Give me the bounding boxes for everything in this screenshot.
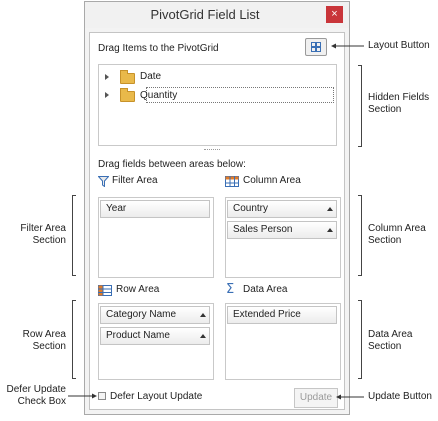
defer-update-annotation-line2: Check Box <box>17 396 66 407</box>
layout-button-annotation: Layout Button <box>368 40 430 51</box>
filter-area-bracket <box>72 195 76 276</box>
arrowhead-icon <box>92 393 97 399</box>
hidden-fields-annotation-line1: Hidden Fields <box>368 92 430 103</box>
hidden-fields-bracket <box>358 65 362 147</box>
column-area-annotation-line1: Column Area <box>368 223 426 234</box>
data-area-annotation-line1: Data Area <box>368 329 413 340</box>
filter-area-annotation-line1: Filter Area <box>20 223 66 234</box>
data-area-annotation-line2: Section <box>368 341 402 352</box>
column-area-bracket <box>358 195 362 276</box>
row-area-annotation-line1: Row Area <box>22 329 66 340</box>
annotation-lines <box>68 43 364 400</box>
row-area-bracket <box>72 300 76 379</box>
arrowhead-icon <box>336 394 341 400</box>
hidden-fields-annotation-line2: Section <box>368 104 402 115</box>
data-area-bracket <box>358 300 362 379</box>
column-area-annotation-line2: Section <box>368 235 402 246</box>
arrowhead-icon <box>331 43 336 49</box>
filter-area-annotation-line2: Section <box>32 235 66 246</box>
update-button-annotation: Update Button <box>368 391 432 402</box>
defer-update-annotation-line1: Defer Update <box>6 384 66 395</box>
row-area-annotation-line2: Section <box>32 341 66 352</box>
